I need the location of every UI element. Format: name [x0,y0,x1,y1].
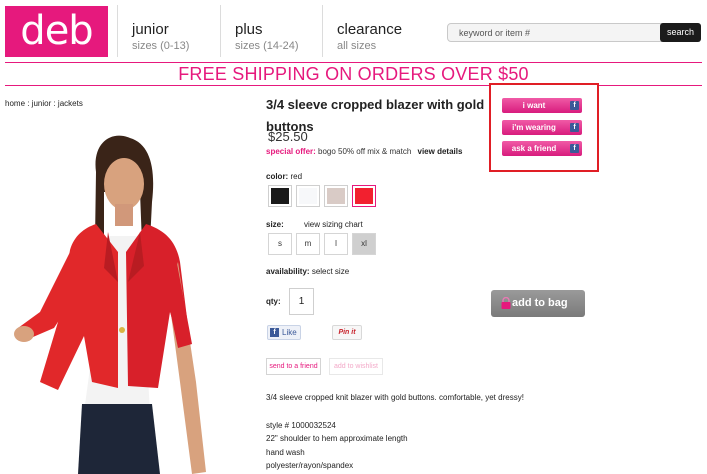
i-want-label: i want [522,101,546,110]
facebook-icon: f [570,101,579,110]
size-label: size: [266,220,284,229]
size-option-l[interactable]: l [324,233,348,255]
product-style-number: style # 1000032524 [266,421,336,430]
banner-top-rule [5,62,702,63]
nav-divider [220,5,221,57]
banner-free-shipping: FREE SHIPPING [178,64,320,84]
breadcrumb: home : junior : jackets [5,99,83,108]
color-row: color: red [266,172,302,181]
nav-junior-sizes: sizes (0-13) [132,40,190,52]
size-option-m[interactable]: m [296,233,320,255]
ask-a-friend-label: ask a friend [511,144,557,153]
add-to-bag-button[interactable]: add to bag [491,290,585,317]
special-offer-text: bogo 50% off mix & match [318,147,412,156]
swatch-fill [327,188,345,204]
lock-icon [501,297,511,309]
quantity-input[interactable]: 1 [289,288,314,315]
search-input[interactable] [448,24,660,41]
product-price: $25.50 [268,129,308,144]
special-offer: special offer: bogo 50% off mix & match … [266,147,462,156]
facebook-icon: f [570,144,579,153]
color-swatch-black[interactable] [268,185,292,207]
facebook-icon: f [570,123,579,132]
pinterest-pin-button[interactable]: Pin it [332,325,362,340]
add-to-bag-label: add to bag [512,297,568,309]
size-option-xl[interactable]: xl [352,233,376,255]
add-to-wishlist-button[interactable]: add to wishlist [329,358,383,375]
view-details-link[interactable]: view details [418,147,463,156]
swatch-fill [299,188,317,204]
search-button[interactable]: search [660,23,701,42]
nav-junior-label: junior [132,21,169,38]
nav-divider [322,5,323,57]
nav-plus-sizes: sizes (14-24) [235,40,299,52]
i-want-button[interactable]: i want f [502,98,582,113]
nav-divider [117,5,118,57]
product-model-image [14,135,206,474]
swatch-fill [355,188,373,204]
send-to-friend-button[interactable]: send to a friend [266,358,321,375]
nav-plus[interactable]: plus sizes (14-24) [235,21,299,53]
free-shipping-banner: FREE SHIPPING ON ORDERS OVER $50 [0,64,707,84]
swatch-fill [271,188,289,204]
availability-label: availability: [266,267,310,276]
nav-junior[interactable]: junior sizes (0-13) [132,21,190,53]
color-swatch-red[interactable] [352,185,376,207]
nav-plus-label: plus [235,21,263,38]
color-swatch-beige[interactable] [324,185,348,207]
color-swatch-white[interactable] [296,185,320,207]
banner-order-minimum: ON ORDERS OVER $50 [325,64,529,84]
ask-a-friend-button[interactable]: ask a friend f [502,141,582,156]
availability-row: availability: select size [266,267,349,276]
product-care: hand wash [266,448,305,457]
availability-value: select size [311,267,350,276]
view-sizing-chart-link[interactable]: view sizing chart [304,220,363,229]
deb-logo[interactable]: deb [5,6,108,57]
color-value: red [290,172,303,181]
special-offer-label: special offer: [266,147,316,156]
facebook-like-button[interactable]: f Like [267,325,301,340]
product-description: 3/4 sleeve cropped knit blazer with gold… [266,393,524,402]
size-option-s[interactable]: s [268,233,292,255]
search-box: search [447,23,701,42]
color-label: color: [266,172,289,181]
nav-clearance-sizes: all sizes [337,40,377,52]
facebook-icon: f [270,328,279,337]
im-wearing-button[interactable]: i'm wearing f [502,120,582,135]
nav-clearance[interactable]: clearance all sizes [337,21,403,53]
product-material: polyester/rayon/spandex [266,461,354,470]
nav-clearance-label: clearance [337,21,403,38]
qty-label: qty: [266,297,281,306]
im-wearing-label: i'm wearing [512,123,556,132]
product-length: 22" shoulder to hem approximate length [266,434,408,443]
facebook-like-label: Like [282,328,297,337]
social-share-box: i want f i'm wearing f ask a friend f [489,83,599,172]
